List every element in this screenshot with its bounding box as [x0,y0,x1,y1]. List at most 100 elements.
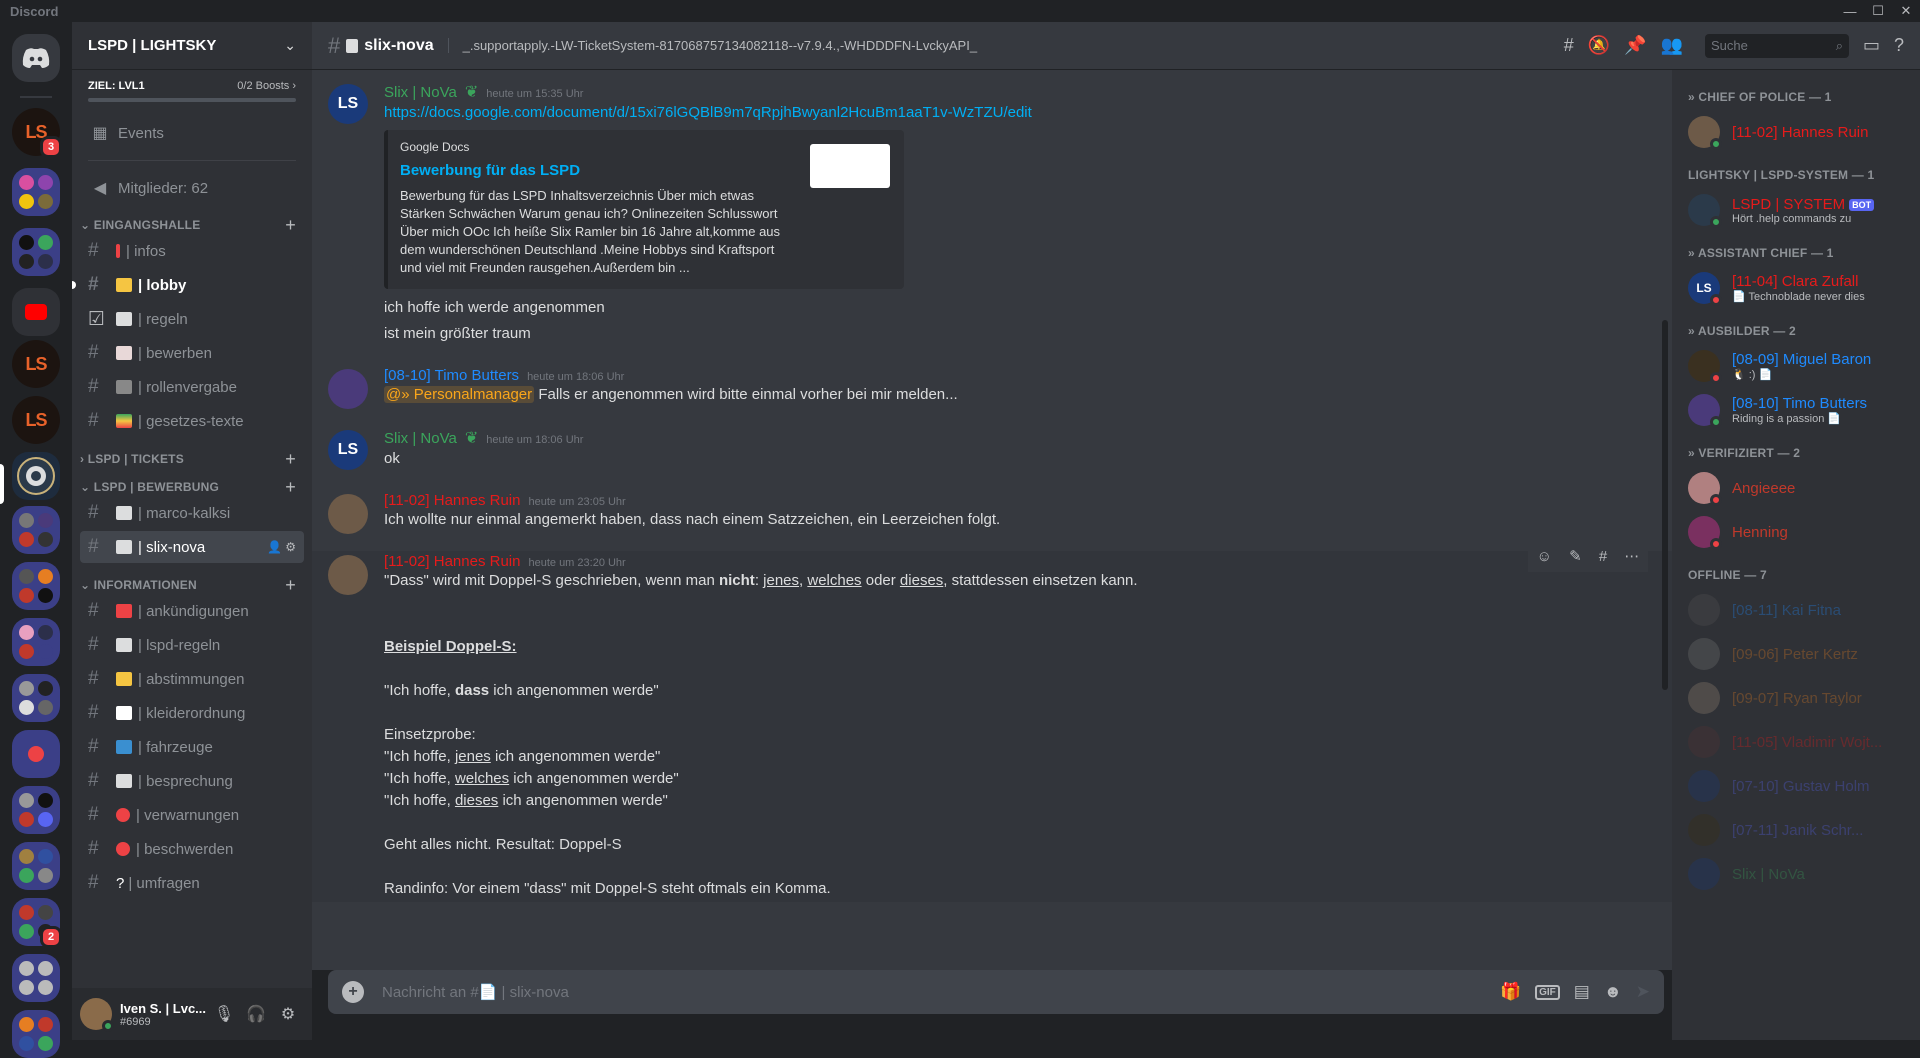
channel-infos[interactable]: # | infos [80,235,304,267]
message-author[interactable]: Slix | NoVa [384,84,457,101]
channel-ankuendigungen[interactable]: # | ankündigungen [80,595,304,627]
channel-slix-nova[interactable]: # | slix-nova 👤 ⚙ [80,531,304,563]
server-seal-active[interactable] [12,452,60,500]
server-ls-2[interactable]: LS [12,340,60,388]
server-folder-11[interactable] [12,954,60,1002]
member-item[interactable]: [11-02] Hannes Ruin [1688,110,1912,154]
member-item[interactable]: LSPD | SYSTEM BOT Hört .help commands zu [1688,188,1912,232]
server-folder-2[interactable] [12,228,60,276]
search-input[interactable]: Suche ⌕ [1704,33,1849,58]
avatar[interactable] [80,998,114,1032]
server-ls-1[interactable]: LS 3 [12,108,62,158]
upload-plus-button[interactable]: + [342,981,364,1003]
channel-verwarnungen[interactable]: # | verwarnungen [80,799,304,831]
server-ls-3[interactable]: LS [12,396,60,444]
message[interactable]: [08-10] Timo Butters heute um 18:06 Uhr @… [312,365,1672,409]
add-channel-icon[interactable]: + [285,575,296,596]
avatar[interactable] [328,369,368,409]
channel-fahrzeuge[interactable]: # | fahrzeuge [80,731,304,763]
member-item[interactable]: Angieeee [1688,466,1912,510]
message-link[interactable]: https://docs.google.com/document/d/15xi7… [384,104,1032,121]
guild-header[interactable]: LSPD | LIGHTSKY ⌄ [72,22,312,70]
help-icon[interactable]: ? [1894,35,1904,56]
channel-rollenvergabe[interactable]: # | rollenvergabe [80,371,304,403]
member-count-item[interactable]: ◀ Mitglieder: 62 [80,171,304,205]
member-item[interactable]: Henning [1688,510,1912,554]
gear-icon[interactable]: ⚙ [285,540,296,554]
role-mention[interactable]: @» Personalmanager [384,386,535,403]
send-icon[interactable]: ➤ [1636,982,1650,1002]
add-channel-icon[interactable]: + [285,449,296,470]
server-folder-6[interactable] [12,674,60,722]
category-lspd-tickets[interactable]: › LSPD | TICKETS + [72,439,312,470]
add-channel-icon[interactable]: + [285,215,296,236]
channel-gesetzes-texte[interactable]: # | gesetzes-texte [80,405,304,437]
channel-lspd-regeln[interactable]: # | lspd-regeln [80,629,304,661]
message[interactable]: [11-02] Hannes Ruin heute um 23:20 Uhr "D… [312,551,1672,902]
server-folder-8[interactable] [12,786,60,834]
member-item[interactable]: [08-10] Timo Butters Riding is a passion… [1688,388,1912,432]
member-item[interactable]: [09-07] Ryan Taylor [1688,676,1912,720]
member-item[interactable]: Slix | NoVa [1688,852,1912,896]
message-author[interactable]: [11-02] Hannes Ruin [384,553,520,570]
category-lspd-bewerbung[interactable]: ⌄ LSPD | BEWERBUNG + [72,467,312,498]
channel-topic[interactable]: _.supportapply.-LW-TicketSystem-81706875… [447,38,1564,53]
category-eingangshalle[interactable]: ⌄ EINGANGSHALLE + [72,205,312,236]
member-list-icon[interactable]: 👥 [1661,35,1683,56]
member-item[interactable]: LS [11-04] Clara Zufall 📄 Technoblade ne… [1688,266,1912,310]
thread-icon[interactable]: # [1599,548,1607,565]
microphone-icon[interactable]: 🎙 [208,1004,240,1024]
member-item[interactable]: [07-11] Janik Schr... [1688,808,1912,852]
add-reaction-icon[interactable]: ☺ [1537,548,1552,565]
add-channel-icon[interactable]: + [285,477,296,498]
channel-beschwerden[interactable]: # | beschwerden [80,833,304,865]
member-item[interactable]: [07-10] Gustav Holm [1688,764,1912,808]
sticker-icon[interactable]: ▤ [1574,982,1590,1002]
member-item[interactable]: [11-05] Vladimir Wojt... [1688,720,1912,764]
threads-icon[interactable]: # [1564,35,1574,56]
headphones-icon[interactable]: 🎧 [240,1004,272,1024]
message-author[interactable]: [08-10] Timo Butters [384,367,519,384]
gift-icon[interactable]: 🎁 [1500,982,1521,1002]
avatar[interactable] [328,555,368,595]
member-item[interactable]: [08-11] Kai Fitna [1688,588,1912,632]
channel-bewerben[interactable]: # | bewerben [80,337,304,369]
pin-icon[interactable]: 📌 [1624,35,1646,56]
inbox-icon[interactable]: ▭ [1863,35,1880,56]
channel-abstimmungen[interactable]: # | abstimmungen [80,663,304,695]
emoji-icon[interactable]: ☻ [1604,982,1622,1002]
server-folder-7[interactable] [12,730,60,778]
avatar[interactable]: LS [328,84,368,124]
gear-icon[interactable]: ⚙ [272,1004,304,1024]
edit-icon[interactable]: ✎ [1569,547,1582,565]
invite-icon[interactable]: 👤 [267,540,282,554]
message-author[interactable]: Slix | NoVa [384,430,457,447]
message-composer[interactable]: + Nachricht an #📄 | slix-nova 🎁 GIF ▤ ☻ … [328,970,1664,1014]
channel-kleiderordnung[interactable]: # | kleiderordnung [80,697,304,729]
maximize-button[interactable]: ☐ [1864,0,1892,22]
message[interactable]: LS Slix | NoVa ❦ heute um 18:06 Uhr ok [312,426,1672,472]
minimize-button[interactable]: — [1836,0,1864,22]
events-item[interactable]: ▦ Events [80,116,304,150]
mute-bell-icon[interactable]: 🔕 [1588,35,1610,56]
server-folder-4[interactable] [12,562,60,610]
more-icon[interactable]: ⋯ [1624,547,1639,565]
avatar[interactable]: LS [328,430,368,470]
message[interactable]: [11-02] Hannes Ruin heute um 23:05 Uhr Ic… [312,490,1672,534]
boost-progress[interactable]: ZIEL: LVL1 0/2 Boosts › [72,70,312,92]
message-author[interactable]: [11-02] Hannes Ruin [384,492,520,509]
channel-umfragen[interactable]: #? | umfragen [80,867,304,899]
category-informationen[interactable]: ⌄ INFORMATIONEN + [72,565,312,596]
gif-button[interactable]: GIF [1535,984,1560,1000]
server-youtube[interactable] [12,288,60,336]
channel-marco-kalksi[interactable]: # | marco-kalksi [80,497,304,529]
channel-regeln[interactable]: ☑ | regeln [80,303,304,335]
home-button[interactable] [12,34,60,82]
member-item[interactable]: [08-09] Miguel Baron 🐧 :) 📄 [1688,344,1912,388]
avatar[interactable] [328,494,368,534]
channel-lobby[interactable]: # | lobby [72,269,304,301]
channel-besprechung[interactable]: # | besprechung [80,765,304,797]
server-folder-12[interactable] [12,1010,60,1058]
message[interactable]: LS Slix | NoVa ❦ heute um 15:35 Uhr https:… [312,80,1672,347]
server-folder-10[interactable]: 2 [12,898,62,948]
